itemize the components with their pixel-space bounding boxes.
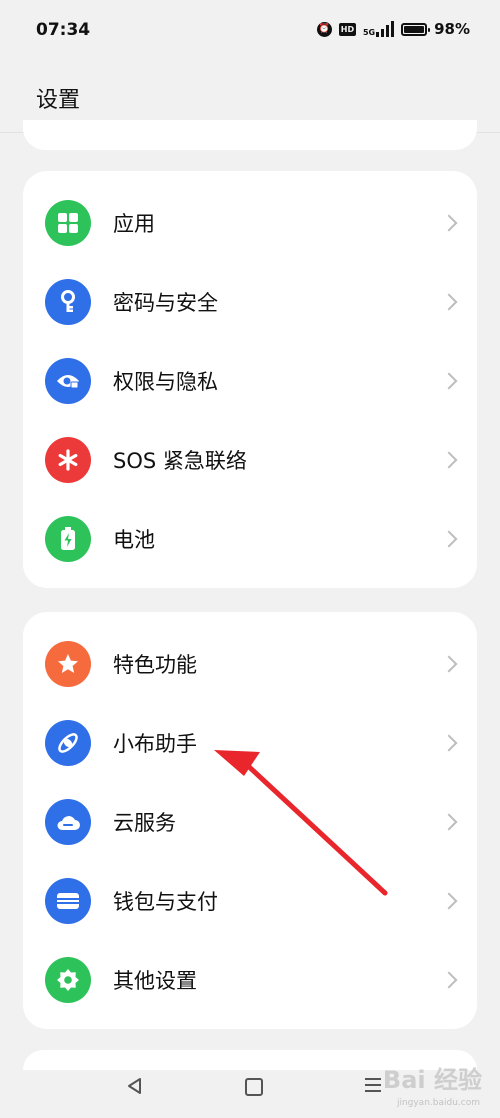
nav-home-icon[interactable] [245,1078,263,1096]
key-icon [45,278,91,325]
settings-item-label: 钱包与支付 [113,889,218,914]
chevron-right-icon [440,293,458,310]
settings-item-label: 权限与隐私 [113,369,218,394]
chevron-right-icon [440,971,458,988]
settings-item-other[interactable]: 其他设置 [23,940,477,1019]
previous-group-card [23,120,477,150]
status-time: 07:34 [36,20,91,40]
settings-item-label: 小布助手 [113,731,197,756]
nav-recents-icon[interactable] [365,1078,381,1096]
settings-item-wallet[interactable]: 钱包与支付 [23,861,477,940]
chevron-right-icon [440,892,458,909]
settings-group-1: 应用 密码与安全 权限与隐私 SOS 紧急联络 电池 [23,171,477,588]
apps-grid-icon [45,199,91,246]
alarm-icon: ⏰ [316,21,332,37]
gear-icon [45,956,91,1003]
battery-icon [401,22,431,36]
settings-item-sos[interactable]: SOS 紧急联络 [23,420,477,499]
chevron-right-icon [440,372,458,389]
status-bar: 07:34 ⏰ HD 5G 98% [0,0,500,62]
settings-group-2: 特色功能 小布助手 云服务 钱包与支付 其他设置 [23,612,477,1029]
settings-item-features[interactable]: 特色功能 [23,624,477,703]
assistant-icon [45,719,91,766]
wallet-icon [45,877,91,924]
chevron-right-icon [440,214,458,231]
nav-back-icon[interactable] [125,1076,145,1096]
settings-item-apps[interactable]: 应用 [23,183,477,262]
star-icon [45,640,91,687]
battery-charge-icon [45,515,91,562]
asterisk-icon [45,436,91,483]
settings-item-label: 其他设置 [113,968,197,993]
battery-percent: 98% [434,20,470,38]
chevron-right-icon [440,530,458,547]
settings-item-permissions-privacy[interactable]: 权限与隐私 [23,341,477,420]
settings-item-label: 电池 [113,527,155,552]
chevron-right-icon [440,451,458,468]
network-type: 5G [362,28,376,37]
settings-item-password-security[interactable]: 密码与安全 [23,262,477,341]
watermark-logo: Bai 经验 [382,1066,482,1094]
settings-item-cloud[interactable]: 云服务 [23,782,477,861]
settings-item-label: 应用 [113,211,155,236]
hd-icon: HD [338,22,356,36]
settings-item-assistant[interactable]: 小布助手 [23,703,477,782]
signal-icon: 5G [362,21,395,37]
cloud-icon [45,798,91,845]
chevron-right-icon [440,813,458,830]
page-title: 设置 [36,88,81,113]
chevron-right-icon [440,655,458,672]
privacy-eye-icon [45,357,91,404]
watermark-url: jingyan.baidu.com [396,1098,480,1108]
settings-item-battery[interactable]: 电池 [23,499,477,578]
settings-item-label: 密码与安全 [113,290,218,315]
chevron-right-icon [440,734,458,751]
settings-item-label: 特色功能 [113,652,197,677]
status-icons: ⏰ HD 5G 98% [316,20,470,38]
settings-item-label: 云服务 [113,810,176,835]
settings-item-label: SOS 紧急联络 [113,448,247,473]
